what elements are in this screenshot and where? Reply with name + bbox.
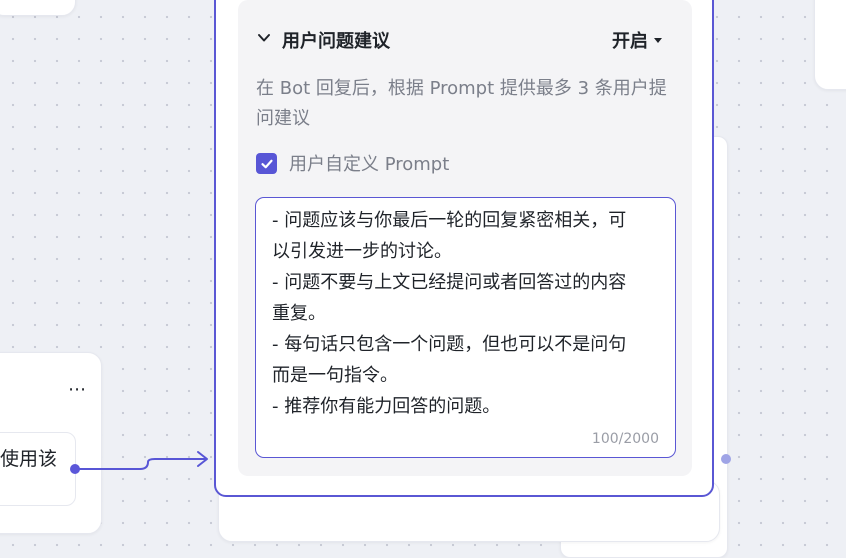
custom-prompt-checkbox[interactable]: [256, 153, 277, 174]
prompt-line: - 问题不要与上文已经提问或者回答过的内容: [272, 272, 627, 293]
output-port[interactable]: [70, 464, 80, 474]
caret-down-icon: [654, 37, 662, 43]
prompt-textarea-content[interactable]: - 问题应该与你最后一轮的回复紧密相关，可 以引发进一步的讨论。 - 问题不要与…: [272, 205, 666, 422]
toggle-value: 开启: [612, 31, 648, 52]
prompt-line: 以引发进一步的讨论。: [272, 241, 452, 262]
prompt-line: - 推荐你有能力回答的问题。: [272, 396, 501, 417]
suggestion-toggle-select[interactable]: 开启: [612, 27, 662, 53]
prompt-line: - 每句话只包含一个问题，但也可以不是问句: [272, 334, 627, 355]
output-port-right[interactable]: [721, 454, 731, 464]
section-title: 用户问题建议: [282, 31, 390, 52]
section-description: 在 Bot 回复后，根据 Prompt 提供最多 3 条用户提问建议: [256, 78, 667, 129]
char-counter: 100/2000: [591, 431, 659, 447]
chevron-down-icon[interactable]: [256, 30, 272, 46]
prompt-line: 而是一句指令。: [272, 365, 398, 386]
custom-prompt-label: 用户自定义 Prompt: [289, 154, 450, 175]
prompt-line: - 问题应该与你最后一轮的回复紧密相关，可: [272, 210, 627, 231]
check-icon: [260, 159, 273, 168]
prompt-line: 重复。: [272, 303, 326, 324]
